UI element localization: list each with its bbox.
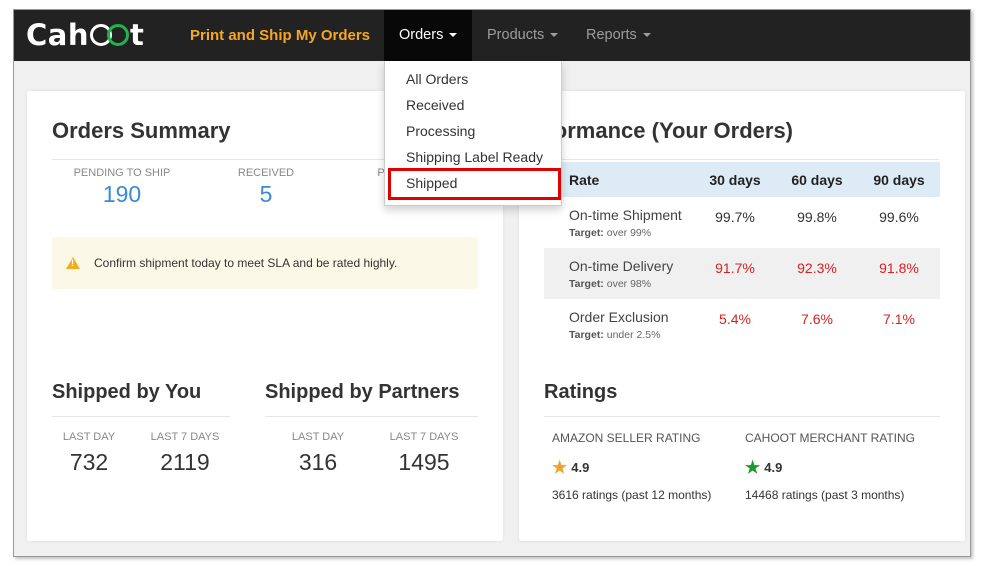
value-30: 91.7%	[694, 248, 776, 299]
target-label: Target:	[569, 329, 604, 341]
rating-label: CAHOOT MERCHANT RATING	[745, 431, 916, 445]
menu-item-received[interactable]: Received	[406, 97, 464, 113]
stat-received[interactable]: RECEIVED 5	[211, 167, 321, 208]
stat-label: LAST DAY	[62, 431, 116, 443]
performance-table: Rate 30 days 60 days 90 days On-time Shi…	[544, 162, 940, 350]
stat-value: 5	[259, 181, 273, 207]
ratings-header: Ratings	[544, 381, 940, 417]
rating-score-value: 4.9	[764, 460, 783, 475]
menu-item-shipping-label-ready[interactable]: Shipping Label Ready	[406, 149, 543, 165]
target-label: Target:	[569, 227, 604, 239]
table-row: Order Exclusion Target: under 2.5% 5.4% …	[544, 299, 940, 350]
nav-reports-label: Reports	[586, 27, 637, 43]
stat-label: LAST 7 DAYS	[389, 431, 459, 443]
value-60: 7.6%	[801, 311, 833, 327]
menu-item-all-orders[interactable]: All Orders	[406, 71, 468, 87]
value-60: 99.8%	[797, 209, 837, 225]
target-label: Target:	[569, 278, 604, 290]
print-and-ship-link[interactable]: Print and Ship My Orders	[190, 10, 370, 61]
metric-cell: Order Exclusion Target: under 2.5%	[544, 299, 694, 350]
value-30: 5.4%	[719, 311, 751, 327]
partners-last-7-days: LAST 7 DAYS 1495	[379, 431, 469, 476]
caret-down-icon	[550, 33, 559, 38]
stat-value: 1495	[398, 449, 450, 475]
cahoot-logo[interactable]: Ca h t	[26, 18, 144, 52]
table-header-row: Rate 30 days 60 days 90 days	[544, 162, 940, 197]
metric-name: On-time Shipment	[569, 207, 682, 223]
performance-panel: Performance (Your Orders) Rate 30 days 6…	[519, 91, 965, 541]
stat-label: LAST 7 DAYS	[150, 431, 220, 443]
stat-value: 316	[298, 449, 338, 475]
metric-target: Target: under 2.5%	[569, 329, 694, 341]
table-row: On-time Delivery Target: over 98% 91.7% …	[544, 248, 940, 299]
value-90: 91.8%	[858, 248, 940, 299]
performance-header: Performance (Your Orders)	[519, 118, 939, 160]
stat-label: PENDING TO SHIP	[73, 167, 171, 179]
you-last-7-days: LAST 7 DAYS 2119	[140, 431, 230, 476]
nav-orders-label: Orders	[399, 27, 444, 43]
cahoot-merchant-rating: CAHOOT MERCHANT RATING ★ 4.9 14468 ratin…	[745, 431, 915, 502]
alert-text: Confirm shipment today to meet SLA and b…	[94, 256, 398, 270]
stat-value: 190	[102, 181, 142, 207]
col-90-days: 90 days	[858, 162, 940, 197]
stat-value: 2119	[160, 449, 210, 475]
stat-pending-to-ship[interactable]: PENDING TO SHIP 190	[67, 167, 177, 208]
stat-value: 732	[69, 449, 109, 475]
rating-label: AMAZON SELLER RATING	[552, 431, 701, 445]
metric-name: On-time Delivery	[569, 258, 674, 274]
star-icon: ★	[745, 458, 761, 477]
shipped-by-partners-title: Shipped by Partners	[265, 381, 460, 403]
shipped-by-partners-header: Shipped by Partners	[265, 381, 478, 417]
partners-last-day: LAST DAY 316	[281, 431, 355, 476]
star-icon: ★	[552, 458, 568, 477]
table-row: On-time Shipment Target: over 99% 99.7% …	[544, 197, 940, 248]
rating-score: ★ 4.9	[552, 459, 711, 476]
top-navbar: Ca h t Print and Ship My Orders Orders Pro…	[14, 10, 970, 61]
col-rate: Rate	[544, 162, 694, 197]
metric-cell: On-time Delivery Target: over 98%	[544, 248, 694, 299]
nav-reports-menu[interactable]: Reports	[571, 10, 666, 61]
value-30: 99.7%	[715, 209, 755, 225]
shipped-highlight-box	[388, 168, 561, 200]
caret-down-icon	[642, 33, 651, 38]
metric-cell: On-time Shipment Target: over 99%	[544, 197, 694, 248]
menu-item-processing[interactable]: Processing	[406, 123, 475, 139]
metric-target: Target: over 99%	[569, 227, 694, 239]
app-window: Ca h t Print and Ship My Orders Orders Pro…	[13, 9, 971, 557]
ratings-title: Ratings	[544, 381, 618, 403]
rating-score: ★ 4.9	[745, 459, 915, 476]
stat-label: RECEIVED	[237, 167, 295, 179]
caret-down-icon	[449, 33, 458, 38]
amazon-seller-rating: AMAZON SELLER RATING ★ 4.9 3616 ratings …	[552, 431, 711, 502]
target-value: over 98%	[606, 278, 652, 290]
rating-count: 14468 ratings (past 3 months)	[745, 488, 905, 502]
metric-target: Target: over 98%	[569, 278, 694, 290]
value-90: 99.6%	[879, 209, 919, 225]
value-60: 92.3%	[776, 248, 858, 299]
stat-label: LAST DAY	[291, 431, 345, 443]
nav-orders-menu[interactable]: Orders	[384, 10, 473, 61]
target-value: over 99%	[606, 227, 652, 239]
rating-count: 3616 ratings (past 12 months)	[552, 488, 712, 502]
metric-name: Order Exclusion	[569, 309, 669, 325]
col-60-days: 60 days	[776, 162, 858, 197]
warning-icon	[66, 257, 80, 269]
you-last-day: LAST DAY 732	[52, 431, 126, 476]
performance-title: Performance (Your Orders)	[519, 118, 794, 143]
shipped-by-you-title: Shipped by You	[52, 381, 202, 403]
rating-score-value: 4.9	[571, 460, 590, 475]
nav-products-label: Products	[487, 27, 545, 43]
nav-products-menu[interactable]: Products	[472, 10, 573, 61]
target-value: under 2.5%	[606, 329, 661, 341]
value-90: 7.1%	[883, 311, 915, 327]
col-30-days: 30 days	[694, 162, 776, 197]
sla-alert: Confirm shipment today to meet SLA and b…	[52, 237, 478, 289]
shipped-by-you-header: Shipped by You	[52, 381, 230, 417]
